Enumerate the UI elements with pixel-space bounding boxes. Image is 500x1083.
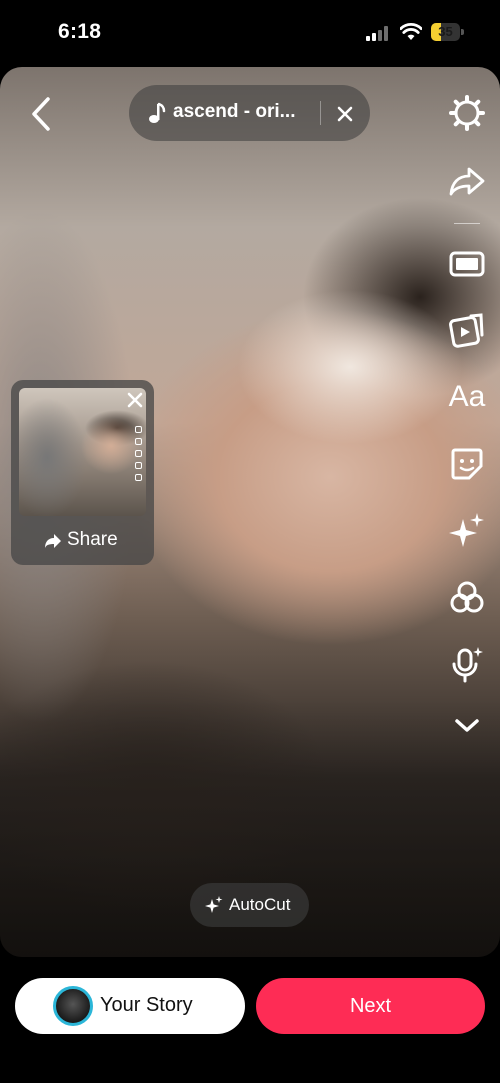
share-label: Share [67,529,118,550]
voice-effects-icon[interactable] [447,644,487,684]
sticker-icon[interactable] [447,444,487,484]
avatar [53,986,93,1026]
your-story-button[interactable]: Your Story [15,978,245,1034]
share-arrow-icon [45,534,61,548]
back-button[interactable] [24,95,58,133]
share-button[interactable]: Share [11,524,154,558]
remove-sound-button[interactable] [333,102,357,126]
status-bar: 6:18 35 [0,0,500,66]
text-tool-button[interactable]: Aa [446,377,488,417]
divider [320,101,321,125]
sound-title: ascend - ori... [173,101,296,122]
close-share-button[interactable] [124,389,146,411]
sound-selector[interactable]: ascend - ori... [129,85,370,141]
battery-level: 35 [438,24,453,39]
status-time: 6:18 [58,20,102,43]
filters-icon[interactable] [447,578,487,618]
video-preview[interactable]: ascend - ori... Aa Share AutoCut [0,67,500,957]
share-arrow-icon[interactable] [447,161,487,201]
battery-icon: 35 [431,23,464,41]
signal-icon [366,26,388,41]
sparkles-icon[interactable] [447,511,487,551]
wifi-icon [400,23,422,40]
share-card: Share [11,380,154,565]
next-label: Next [349,995,392,1017]
chevron-down-icon[interactable] [447,705,487,745]
autocut-label: AutoCut [229,895,291,914]
film-strip-icon[interactable] [447,244,487,284]
thumbnail-toolbar [133,426,143,486]
video-template-icon[interactable] [447,310,487,350]
sparkles-icon [205,896,223,913]
toolbar-divider [454,223,480,224]
next-button[interactable]: Next [256,978,485,1034]
your-story-label: Your Story [100,994,193,1016]
music-note-icon [149,102,166,123]
autocut-button[interactable]: AutoCut [190,883,309,927]
gear-icon[interactable] [447,93,487,133]
